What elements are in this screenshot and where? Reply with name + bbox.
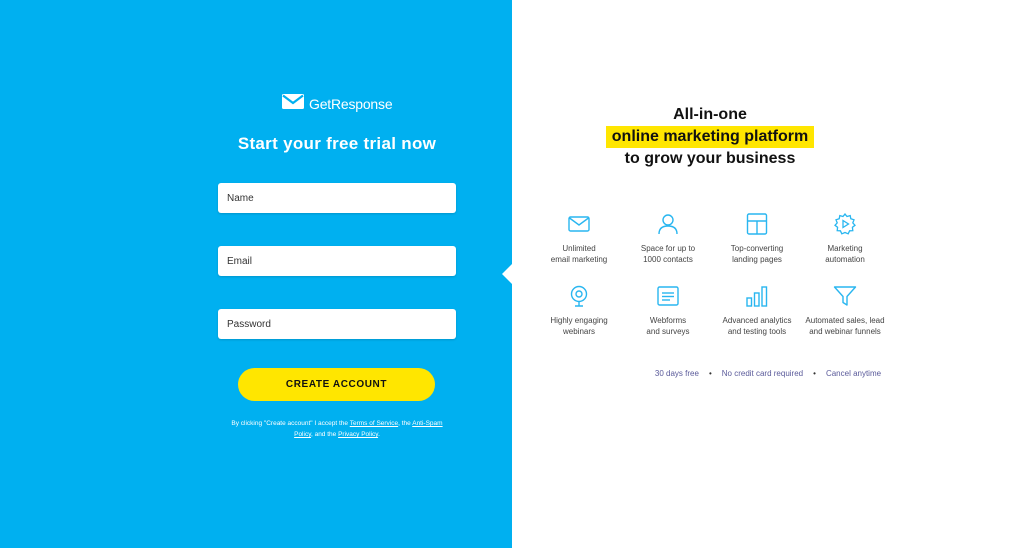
title-highlight: online marketing platform: [605, 126, 815, 148]
promo-title: All-in-one online marketing platform to …: [560, 104, 860, 170]
footer-item-no-card: No credit card required: [721, 369, 804, 378]
user-icon: [658, 214, 678, 235]
promo-panel: [512, 0, 1024, 548]
promo-footer: 30 days free • No credit card required • Can…: [512, 369, 1024, 378]
brand-logo[interactable]: GetResponse: [282, 94, 393, 114]
feature-landing-pages: Top-converting landing pages: [707, 213, 807, 265]
password-input[interactable]: [218, 309, 456, 339]
feature-email-marketing: Unlimited email marketing: [529, 213, 629, 265]
envelope-icon: [568, 216, 590, 232]
legal-notice: By clicking "Create account" I accept th…: [231, 420, 443, 438]
footer-item-free: 30 days free: [654, 369, 699, 378]
feature-analytics: Advanced analytics and testing tools: [707, 285, 807, 337]
funnel-icon: [833, 286, 857, 306]
feature-automation: Marketing automation: [795, 213, 895, 265]
feature-webinars: Highly engaging webinars: [529, 285, 629, 337]
terms-of-service-link[interactable]: Terms of Service: [350, 420, 398, 427]
create-account-button[interactable]: CREATE ACCOUNT: [238, 368, 435, 401]
separator-dot: •: [708, 369, 712, 378]
bar-chart-icon: [746, 286, 768, 307]
email-input[interactable]: [218, 246, 456, 276]
feature-funnels: Automated sales, lead and webinar funnel…: [795, 285, 895, 337]
layout-icon: [746, 213, 768, 235]
panel-notch: [502, 264, 512, 284]
form-icon: [657, 286, 679, 306]
form-headline: Start your free trial now: [237, 134, 437, 153]
feature-contacts: Space for up to 1000 contacts: [618, 213, 718, 265]
gear-play-icon: [834, 213, 856, 235]
feature-webforms: Webforms and surveys: [618, 285, 718, 337]
webcam-icon: [570, 285, 588, 307]
separator-dot: •: [813, 369, 816, 378]
privacy-policy-link[interactable]: Privacy Policy: [338, 431, 378, 438]
name-input[interactable]: [218, 183, 456, 213]
footer-item-cancel: Cancel anytime: [825, 369, 882, 378]
brand-name: GetResponse: [309, 96, 393, 112]
envelope-logo-icon: [282, 94, 304, 114]
